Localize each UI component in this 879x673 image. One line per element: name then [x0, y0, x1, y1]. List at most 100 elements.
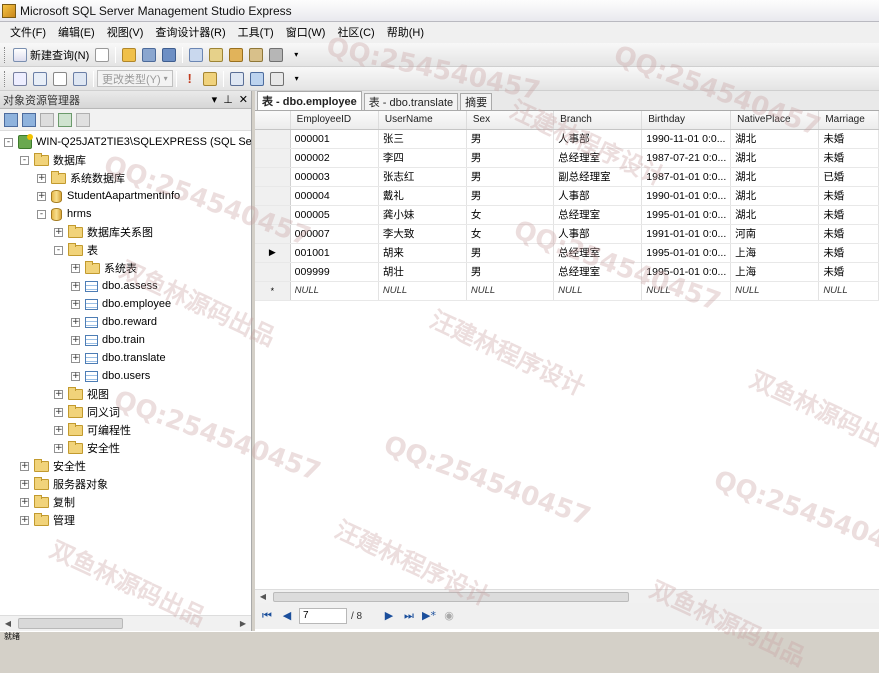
table-cell[interactable]: 000005: [290, 205, 379, 225]
null-cell[interactable]: NULL: [378, 281, 467, 301]
previous-record-icon[interactable]: ◀: [279, 608, 295, 624]
table-cell[interactable]: 胡来: [378, 243, 467, 263]
table-cell[interactable]: 000003: [290, 167, 379, 187]
table-cell[interactable]: 1995-01-01 0:0...: [641, 243, 732, 263]
tree-node-tables[interactable]: -表: [54, 241, 98, 259]
row-selector[interactable]: [255, 148, 291, 168]
filter-icon[interactable]: [76, 112, 90, 127]
add-table-button[interactable]: [248, 70, 266, 88]
column-header[interactable]: UserName: [378, 111, 467, 130]
tree-node-dbo-employee[interactable]: + dbo.employee: [71, 295, 171, 313]
table-cell[interactable]: 女: [466, 224, 555, 244]
expand-icon[interactable]: +: [71, 281, 80, 291]
table-cell[interactable]: 1987-01-01 0:0...: [641, 167, 732, 187]
expand-icon[interactable]: +: [20, 461, 29, 471]
table-cell[interactable]: 000001: [290, 129, 379, 149]
show-results-pane-button[interactable]: [71, 70, 89, 88]
table-cell[interactable]: 未婚: [818, 148, 879, 168]
tree-node-programmability[interactable]: + 可编程性: [54, 421, 131, 439]
tab-dbo-translate[interactable]: 表 - dbo.translate: [363, 93, 459, 110]
expand-icon[interactable]: +: [54, 407, 63, 417]
table-cell[interactable]: 湖北: [730, 186, 820, 206]
table-cell[interactable]: 女: [466, 205, 555, 225]
verify-sql-button[interactable]: [201, 70, 219, 88]
table-cell[interactable]: 已婚: [818, 167, 879, 187]
table-cell[interactable]: 男: [466, 167, 555, 187]
tree-node-synonyms[interactable]: + 同义词: [54, 403, 120, 421]
table-cell[interactable]: 胡壮: [378, 262, 467, 282]
tree-node-management[interactable]: + 管理: [20, 511, 75, 529]
toolbar-options-button[interactable]: ▾: [287, 46, 305, 64]
table-cell[interactable]: 009999: [290, 262, 379, 282]
tree-node-dbo-train[interactable]: + dbo.train: [71, 331, 145, 349]
table-cell[interactable]: 000004: [290, 186, 379, 206]
group-by-button[interactable]: [228, 70, 246, 88]
row-selector[interactable]: [255, 186, 291, 206]
tree-node-dbo-users[interactable]: + dbo.users: [71, 367, 150, 385]
menu-help[interactable]: 帮助(H): [381, 23, 430, 43]
tab-dbo-employee[interactable]: 表 - dbo.employee: [257, 91, 362, 110]
table-cell[interactable]: 湖北: [730, 205, 820, 225]
table-cell[interactable]: 湖北: [730, 129, 820, 149]
collapse-icon[interactable]: -: [20, 155, 29, 165]
table-cell[interactable]: 000007: [290, 224, 379, 244]
row-selector[interactable]: [255, 167, 291, 187]
collapse-icon[interactable]: -: [37, 209, 46, 219]
save-all-button[interactable]: [160, 46, 178, 64]
next-record-icon[interactable]: ▶: [381, 608, 397, 624]
menu-community[interactable]: 社区(C): [331, 23, 380, 43]
tree-node-db-security[interactable]: + 安全性: [54, 439, 120, 457]
object-explorer-button[interactable]: [207, 46, 225, 64]
tree-node-views[interactable]: + 视图: [54, 385, 109, 403]
column-header[interactable]: Marriage: [818, 111, 879, 130]
table-cell[interactable]: 人事部: [553, 129, 643, 149]
show-diagram-pane-button[interactable]: [11, 70, 29, 88]
toolbar-grip[interactable]: [4, 46, 7, 63]
row-selector[interactable]: [255, 224, 291, 244]
scroll-thumb[interactable]: [273, 591, 629, 602]
table-cell[interactable]: 1991-01-01 0:0...: [641, 224, 732, 244]
tree-node-databases[interactable]: - 数据库: [20, 151, 86, 169]
expand-icon[interactable]: +: [20, 515, 29, 525]
toolbar-grip[interactable]: [4, 70, 7, 87]
scroll-thumb[interactable]: [18, 618, 123, 629]
record-position-input[interactable]: 7: [299, 608, 347, 624]
table-cell[interactable]: 未婚: [818, 243, 879, 263]
table-cell[interactable]: 湖北: [730, 167, 820, 187]
table-cell[interactable]: 上海: [730, 243, 820, 263]
table-row[interactable]: 000003 张志红男副总经理室 1987-01-01 0:0... 湖北 已婚: [255, 167, 879, 187]
table-cell[interactable]: 000002: [290, 148, 379, 168]
expand-icon[interactable]: +: [37, 191, 46, 201]
disconnect-icon[interactable]: [22, 112, 36, 127]
row-selector[interactable]: ▶: [255, 243, 291, 263]
column-header[interactable]: Birthday: [641, 111, 732, 130]
table-cell[interactable]: 未婚: [818, 224, 879, 244]
column-header[interactable]: EmployeeID: [290, 111, 379, 130]
pin-icon[interactable]: ⊥: [223, 93, 233, 106]
toolbar-options-button[interactable]: ▾: [288, 70, 306, 88]
table-cell[interactable]: 戴礼: [378, 186, 467, 206]
table-cell[interactable]: 上海: [730, 262, 820, 282]
table-cell[interactable]: 张三: [378, 129, 467, 149]
add-derived-table-button[interactable]: [268, 70, 286, 88]
tree-node-dbo-assess[interactable]: + dbo.assess: [71, 277, 158, 295]
collapse-icon[interactable]: -: [4, 137, 13, 147]
null-cell[interactable]: NULL: [641, 281, 732, 301]
row-selector[interactable]: [255, 205, 291, 225]
table-cell[interactable]: 人事部: [553, 224, 643, 244]
tree-node-server-objects[interactable]: + 服务器对象: [20, 475, 108, 493]
table-cell[interactable]: 湖北: [730, 148, 820, 168]
column-header[interactable]: Branch: [553, 111, 643, 130]
row-selector[interactable]: [255, 262, 291, 282]
panel-menu-icon[interactable]: ▾: [212, 93, 218, 106]
table-cell[interactable]: 张志红: [378, 167, 467, 187]
table-cell[interactable]: 1990-11-01 0:0...: [641, 129, 732, 149]
table-cell[interactable]: 男: [466, 262, 555, 282]
expand-icon[interactable]: +: [20, 479, 29, 489]
first-record-icon[interactable]: ⏮: [259, 608, 275, 624]
expand-icon[interactable]: +: [37, 173, 46, 183]
row-selector[interactable]: [255, 129, 291, 149]
connect-icon[interactable]: [4, 112, 18, 127]
table-row[interactable]: 000001 张三男人事部 1990-11-01 0:0... 湖北 未婚: [255, 129, 879, 149]
registered-servers-button[interactable]: [187, 46, 205, 64]
